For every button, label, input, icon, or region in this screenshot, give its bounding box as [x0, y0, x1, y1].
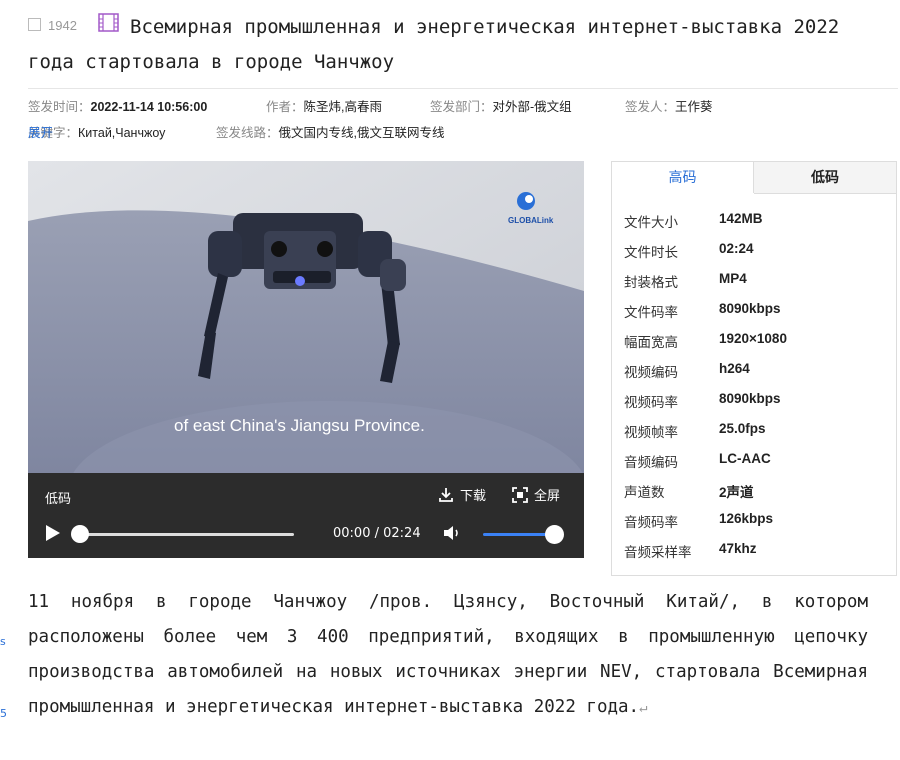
fullscreen-label: 全屏	[534, 489, 561, 504]
volume-icon[interactable]	[442, 523, 462, 543]
volume-handle[interactable]	[545, 525, 564, 544]
spec-row: 音频编码 LC-AAC	[612, 451, 896, 473]
spec-label: 文件码率	[624, 305, 678, 320]
spec-value: 25.0fps	[719, 421, 766, 436]
expand-link[interactable]: 展开	[28, 122, 898, 141]
quality-tabs: 高码 低码	[612, 162, 896, 194]
spec-label: 视频编码	[624, 365, 678, 380]
download-button[interactable]: 下载	[438, 485, 486, 504]
spec-value: 8090kbps	[719, 391, 781, 406]
left-edge-strip: s 5	[0, 635, 7, 720]
paragraph-mark: ↵	[639, 700, 648, 716]
spec-row: 封装格式 MP4	[612, 271, 896, 293]
spec-label: 文件时长	[624, 245, 678, 260]
news-title[interactable]: Всемирная промышленная и энергетическая …	[28, 10, 888, 80]
robot-dog-image: GLOBALink of east China's Jiangsu Provin…	[28, 161, 584, 473]
spec-row: 声道数 2声道	[612, 481, 896, 503]
date-label: 签发时间：	[28, 100, 91, 114]
spec-label: 视频码率	[624, 395, 678, 410]
spec-row: 视频帧率 25.0fps	[612, 421, 896, 443]
spec-label: 音频码率	[624, 515, 678, 530]
spec-value: 8090kbps	[719, 301, 781, 316]
spec-value: 142MB	[719, 211, 763, 226]
dept-label: 签发部门：	[430, 100, 493, 114]
tab-high-bitrate[interactable]: 高码	[612, 162, 754, 193]
divider	[28, 88, 898, 89]
player-controls: 低码 下载 全屏 00:00 / 02:24	[28, 473, 584, 558]
spec-label: 音频编码	[624, 455, 678, 470]
article-text: 11 ноября в городе Чанчжоу /пров. Цзянсу…	[28, 592, 868, 717]
tab-low-bitrate[interactable]: 低码	[754, 162, 896, 194]
author-value: 陈圣炜,高春雨	[303, 100, 382, 114]
spec-label: 文件大小	[624, 215, 678, 230]
spec-row: 音频采样率 47khz	[612, 541, 896, 563]
file-info-panel: 高码 低码 文件大小 142MB 文件时长 02:24 封装格式 MP4 文件码率 8090k…	[611, 161, 897, 576]
spec-value: 02:24	[719, 241, 754, 256]
dept-value: 对外部-俄文组	[492, 100, 572, 114]
spec-value: LC-AAC	[719, 451, 771, 466]
date-value: 2022-11-14 10:56:00	[90, 100, 208, 114]
issuer-label: 签发人：	[625, 100, 676, 114]
spec-row: 视频编码 h264	[612, 361, 896, 383]
issuer-value: 王作葵	[675, 100, 713, 114]
duration: 02:24	[383, 526, 421, 541]
spec-row: 文件时长 02:24	[612, 241, 896, 263]
spec-value: MP4	[719, 271, 747, 286]
quality-switch[interactable]: 低码	[45, 488, 71, 507]
spec-label: 幅面宽高	[624, 335, 678, 350]
spec-value: 47khz	[719, 541, 757, 556]
author-label: 作者：	[266, 100, 304, 114]
current-time: 00:00	[333, 526, 371, 541]
spec-label: 封装格式	[624, 275, 678, 290]
video-logo: GLOBALink	[508, 216, 554, 225]
progress-handle[interactable]	[71, 525, 89, 543]
progress-bar[interactable]	[80, 533, 294, 536]
spec-value: 1920×1080	[719, 331, 787, 346]
spec-label: 音频采样率	[624, 545, 692, 560]
spec-row: 幅面宽高 1920×1080	[612, 331, 896, 353]
video-player[interactable]: GLOBALink of east China's Jiangsu Provin…	[28, 161, 584, 558]
spec-row: 视频码率 8090kbps	[612, 391, 896, 413]
download-label: 下载	[460, 489, 487, 504]
video-frame: GLOBALink of east China's Jiangsu Provin…	[28, 161, 584, 473]
article-body: 11 ноября в городе Чанчжоу /пров. Цзянсу…	[28, 585, 868, 726]
spec-row: 文件大小 142MB	[612, 211, 896, 233]
fullscreen-button[interactable]: 全屏	[512, 485, 560, 504]
spec-row: 文件码率 8090kbps	[612, 301, 896, 323]
spec-label: 声道数	[624, 485, 665, 500]
spec-value: 126kbps	[719, 511, 774, 526]
play-icon[interactable]	[45, 524, 61, 542]
download-icon	[439, 487, 453, 502]
spec-label: 视频帧率	[624, 425, 678, 440]
spec-value: h264	[719, 361, 750, 376]
time-display: 00:00 / 02:24	[333, 526, 421, 541]
video-caption: of east China's Jiangsu Province.	[174, 416, 425, 435]
spec-row: 音频码率 126kbps	[612, 511, 896, 533]
spec-value: 2声道	[719, 485, 754, 500]
fullscreen-icon	[512, 486, 528, 503]
